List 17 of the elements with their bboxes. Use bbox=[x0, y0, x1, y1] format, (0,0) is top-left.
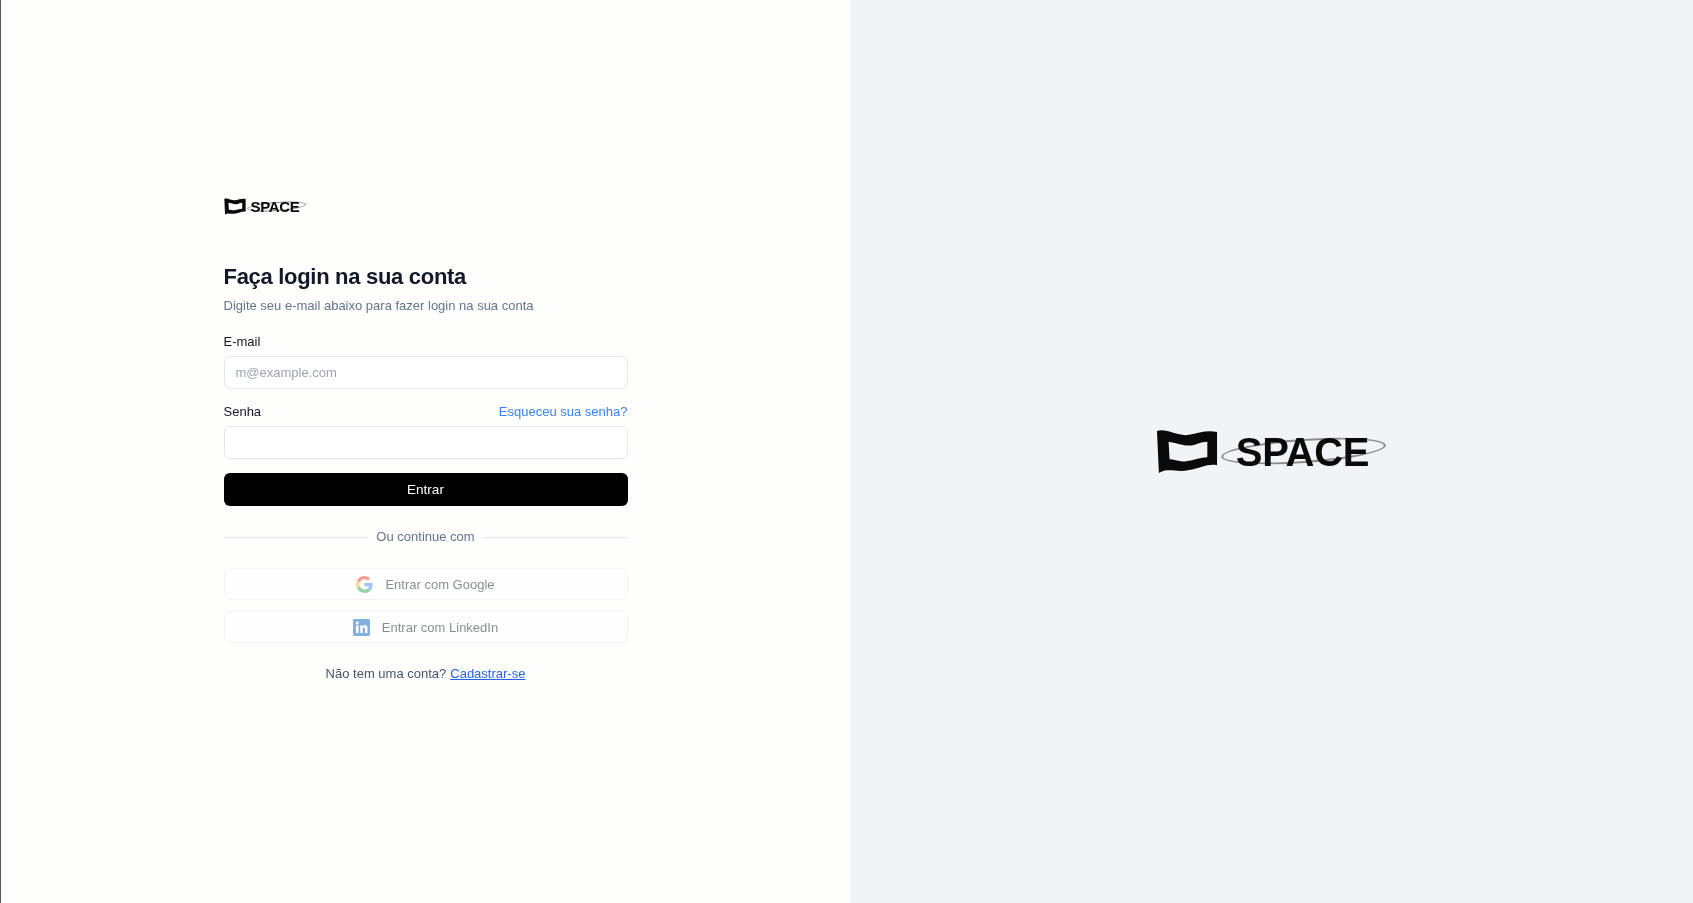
flag-logo-icon bbox=[223, 198, 246, 215]
input-field[interactable] bbox=[223, 426, 628, 460]
divider-label: Ou continue com bbox=[376, 528, 475, 547]
input-field[interactable]: m@example.com bbox=[223, 356, 628, 390]
submit-button[interactable]: Entrar bbox=[223, 473, 628, 507]
login-subtitle: Digite seu e-mail abaixo para fazer login na sua conta bbox=[223, 297, 535, 316]
login-title: Faça login na sua conta bbox=[223, 263, 468, 292]
google-logo-icon bbox=[356, 575, 374, 593]
logo-wordmark: SPACE bbox=[1219, 428, 1388, 475]
signup-prompt: Não tem uma conta? bbox=[325, 665, 447, 684]
flag-logo-icon bbox=[1155, 429, 1218, 474]
signup-link[interactable]: Cadastrar-se bbox=[450, 665, 526, 684]
forgot-password-link[interactable]: Esqueceu sua senha? bbox=[498, 403, 628, 422]
logo-wordmark: SPACE bbox=[245, 197, 307, 216]
linkedin-logo-icon bbox=[352, 618, 370, 636]
field-label: E-mail bbox=[223, 333, 261, 352]
field-label: Senha bbox=[223, 403, 262, 422]
